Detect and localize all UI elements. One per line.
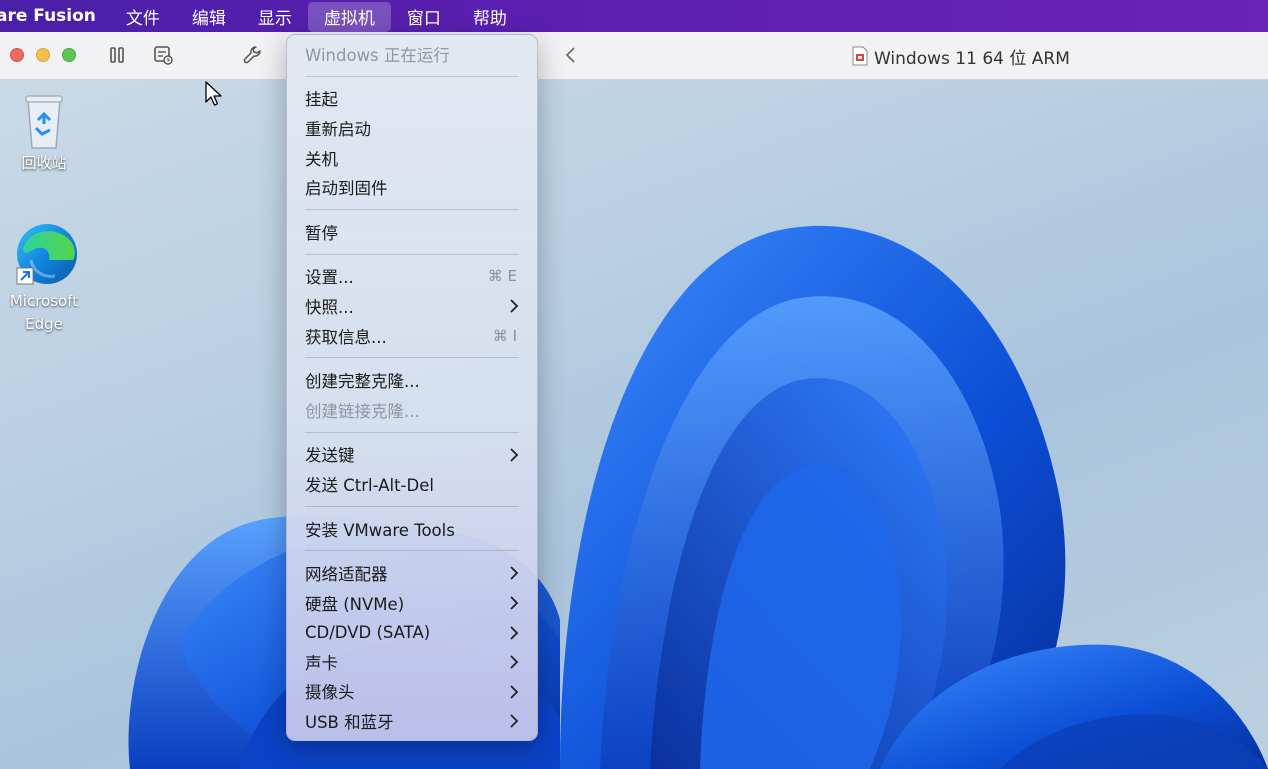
menu-item-sound-card-label: 声卡: [305, 653, 338, 673]
menu-item-snapshots[interactable]: 快照...: [287, 291, 537, 321]
menu-window[interactable]: 窗口: [391, 0, 457, 32]
window-title: Windows 11 64 位 ARM: [852, 32, 1070, 80]
menu-item-pause[interactable]: 暂停: [287, 217, 537, 247]
window-title-text: Windows 11 64 位 ARM: [874, 48, 1070, 69]
window-toolbar: Windows 11 64 位 ARM: [0, 32, 1268, 80]
chevron-left-icon[interactable]: [560, 44, 582, 66]
menu-help[interactable]: 帮助: [457, 0, 523, 32]
edge-label-line1: Microsoft: [9, 292, 79, 310]
app-menu-name[interactable]: are Fusion: [0, 6, 110, 26]
menu-item-send-ctrl-alt-del[interactable]: 发送 Ctrl-Alt-Del: [287, 469, 537, 499]
menu-separator: [305, 550, 519, 552]
chevron-right-icon: [510, 447, 519, 462]
menu-item-cd-dvd[interactable]: CD/DVD (SATA): [287, 618, 537, 648]
chevron-right-icon: [510, 714, 519, 728]
mouse-cursor-icon: [205, 81, 222, 106]
menu-item-usb-bluetooth-label: USB 和蓝牙: [305, 713, 394, 733]
menu-item-network-adapter[interactable]: 网络适配器: [287, 558, 537, 588]
vm-document-icon: [852, 46, 868, 66]
menu-item-shutdown[interactable]: 关机: [287, 143, 537, 173]
chevron-right-icon: [510, 685, 519, 699]
zoom-window-button[interactable]: [62, 48, 76, 62]
minimize-window-button[interactable]: [36, 48, 50, 62]
menu-item-send-key[interactable]: 发送键: [287, 440, 537, 470]
windows-bloom-wallpaper: [128, 225, 1268, 769]
chevron-right-icon: [510, 299, 519, 313]
menu-item-settings-label: 设置...: [305, 268, 354, 288]
microsoft-edge-shortcut[interactable]: Microsoft Edge: [4, 220, 84, 336]
menu-item-hard-disk-label: 硬盘 (NVMe): [305, 594, 405, 614]
edge-label-line2: Edge: [25, 315, 63, 333]
recycle-bin-label: 回收站: [21, 154, 67, 172]
close-window-button[interactable]: [10, 48, 24, 62]
chevron-right-icon: [510, 566, 519, 580]
menu-item-hard-disk[interactable]: 硬盘 (NVMe): [287, 588, 537, 618]
get-info-shortcut: ⌘ I: [492, 326, 517, 345]
menu-separator: [305, 75, 519, 77]
vmware-fusion-window: are Fusion 文件 编辑 显示 虚拟机 窗口 帮助 Windows 11…: [0, 0, 1268, 769]
settings-shortcut: ⌘ E: [487, 267, 517, 286]
snapshot-icon[interactable]: [152, 44, 174, 66]
menu-item-cd-dvd-label: CD/DVD (SATA): [305, 622, 431, 642]
menu-separator: [305, 431, 519, 433]
mac-menu-bar: are Fusion 文件 编辑 显示 虚拟机 窗口 帮助: [0, 0, 1268, 32]
menu-item-camera[interactable]: 摄像头: [287, 677, 537, 707]
menu-file[interactable]: 文件: [110, 0, 176, 32]
chevron-right-icon: [510, 596, 519, 610]
menu-item-vm-status: Windows 正在运行: [305, 45, 450, 65]
menu-item-camera-label: 摄像头: [305, 683, 355, 703]
menu-item-get-info[interactable]: 获取信息... ⌘ I: [287, 321, 537, 351]
recycle-bin-icon: [25, 95, 63, 149]
recycle-bin-shortcut[interactable]: 回收站: [4, 90, 84, 175]
menu-edit[interactable]: 编辑: [176, 0, 242, 32]
menu-separator: [305, 357, 519, 359]
menu-item-install-vmware-tools[interactable]: 安装 VMware Tools: [287, 514, 537, 544]
menu-item-suspend[interactable]: 挂起: [287, 84, 537, 114]
menu-virtual-machine[interactable]: 虚拟机: [307, 1, 391, 32]
chevron-right-icon: [510, 625, 519, 640]
menu-item-boot-to-firmware[interactable]: 启动到固件: [287, 172, 537, 202]
menu-separator: [305, 253, 519, 255]
menu-view[interactable]: 显示: [242, 0, 308, 32]
menu-item-network-adapter-label: 网络适配器: [305, 565, 388, 585]
virtual-machine-dropdown-menu: Windows 正在运行 挂起 重新启动 关机 启动到固件 暂停 设置... ⌘…: [286, 34, 538, 741]
menu-item-settings[interactable]: 设置... ⌘ E: [287, 262, 537, 292]
menu-item-send-key-label: 发送键: [305, 446, 355, 466]
menu-item-full-clone[interactable]: 创建完整克隆...: [287, 365, 537, 395]
menu-separator: [305, 505, 519, 507]
windows-desktop: 回收站 Microsoft Edge: [0, 80, 1268, 769]
edge-icon: [16, 224, 77, 285]
pause-icon[interactable]: [106, 44, 128, 66]
menu-item-usb-bluetooth[interactable]: USB 和蓝牙: [287, 706, 537, 736]
chevron-right-icon: [510, 655, 519, 669]
wrench-icon[interactable]: [242, 44, 264, 66]
menu-item-snapshots-label: 快照...: [305, 297, 354, 317]
menu-item-get-info-label: 获取信息...: [305, 327, 387, 347]
menu-item-sound-card[interactable]: 声卡: [287, 647, 537, 677]
menu-separator: [305, 208, 519, 210]
menu-item-linked-clone: 创建链接克隆...: [305, 401, 420, 421]
menu-item-restart[interactable]: 重新启动: [287, 113, 537, 143]
